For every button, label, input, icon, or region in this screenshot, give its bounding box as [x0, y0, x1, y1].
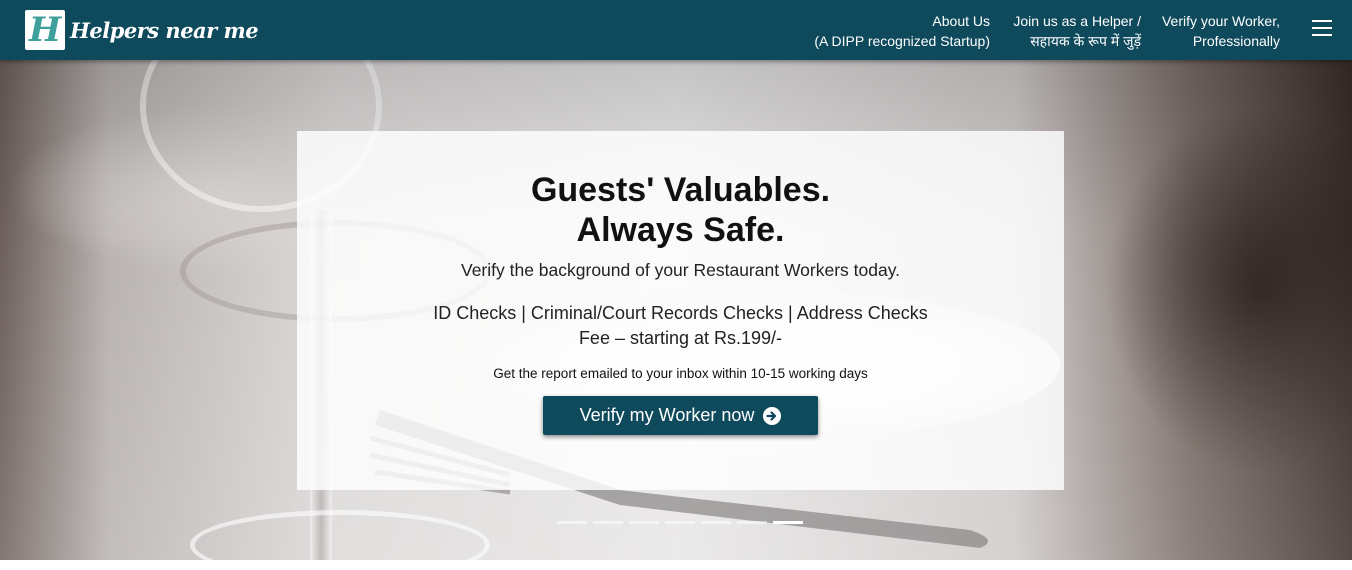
carousel-indicator[interactable]: [593, 521, 623, 524]
navbar: H Helpers near me About Us (A DIPP recog…: [0, 0, 1352, 60]
carousel-indicator[interactable]: [737, 521, 767, 524]
nav-verify-line1: Verify your Worker,: [1161, 13, 1280, 29]
nav-verify-line2: Professionally: [1192, 33, 1280, 49]
hero-fee: Fee – starting at Rs.199/-: [578, 328, 783, 348]
hero-title-line2: Always Safe.: [576, 211, 785, 249]
hero-card: Guests' Valuables. Always Safe. Verify t…: [297, 131, 1064, 490]
hero-checks: ID Checks | Criminal/Court Records Check…: [433, 303, 928, 323]
carousel-indicators: [557, 521, 803, 525]
hero-title: Guests' Valuables. Always Safe.: [297, 170, 1064, 250]
hero-subtitle: Verify the background of your Restaurant…: [460, 260, 901, 280]
arrow-circle-right-icon: [763, 406, 782, 425]
nav-join-line1: Join us as a Helper /: [1013, 13, 1141, 29]
carousel-indicator[interactable]: [701, 521, 731, 524]
carousel-indicator[interactable]: [773, 521, 803, 524]
nav-about-us[interactable]: About Us (A DIPP recognized Startup): [814, 11, 990, 51]
page-bottom: [0, 560, 1352, 570]
verify-worker-button-label: Verify my Worker now: [579, 405, 755, 425]
carousel-indicator[interactable]: [557, 521, 587, 524]
hero-note: Get the report emailed to your inbox wit…: [493, 366, 868, 381]
nav-join-line2: सहायक के रूप में जुड़ें: [1030, 33, 1141, 49]
nav-join-helper[interactable]: Join us as a Helper / सहायक के रूप में ज…: [1013, 11, 1141, 51]
hero-title-line1: Guests' Valuables.: [530, 171, 831, 209]
brand-logo[interactable]: H Helpers near me: [25, 10, 259, 50]
nav-about-line1: About Us: [932, 13, 990, 29]
verify-worker-button[interactable]: Verify my Worker now: [543, 396, 818, 435]
nav-about-line2: (A DIPP recognized Startup): [814, 33, 990, 49]
hamburger-icon[interactable]: [1312, 20, 1332, 36]
logo-letter: H: [28, 10, 62, 50]
nav-verify-worker[interactable]: Verify your Worker, Professionally: [1162, 11, 1280, 51]
carousel-indicator[interactable]: [629, 521, 659, 524]
carousel-indicator[interactable]: [665, 521, 695, 524]
logo-mark: H: [25, 10, 65, 50]
brand-name: Helpers near me: [70, 17, 259, 43]
